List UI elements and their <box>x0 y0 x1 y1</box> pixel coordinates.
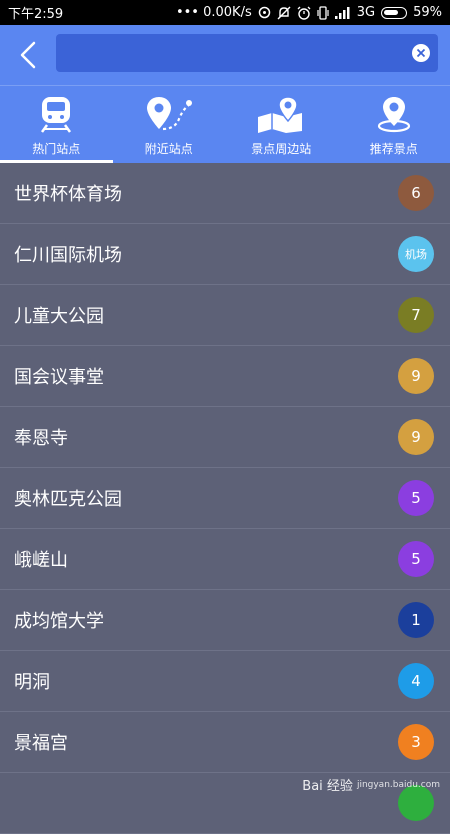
line-badge: 机场 <box>398 236 434 272</box>
location-target-icon <box>376 94 412 134</box>
clear-button[interactable] <box>412 44 430 62</box>
search-header <box>0 25 450 85</box>
map-pin-icon <box>256 94 306 134</box>
network-speed: ••• 0.00K/s <box>176 5 252 20</box>
station-row[interactable]: 世界杯体育场 6 <box>0 163 450 224</box>
silent-icon <box>277 6 291 20</box>
station-row[interactable]: 峨嵯山 5 <box>0 529 450 590</box>
clear-x-icon <box>416 48 426 58</box>
tab-hot-stations[interactable]: 热门站点 <box>0 86 113 163</box>
station-row[interactable]: 奥林匹克公园 5 <box>0 468 450 529</box>
station-row[interactable]: 奉恩寺 9 <box>0 407 450 468</box>
station-name: 奉恩寺 <box>14 424 68 450</box>
station-row[interactable]: 国会议事堂 9 <box>0 346 450 407</box>
station-list: 世界杯体育场6仁川国际机场机场儿童大公园7国会议事堂9奉恩寺9奥林匹克公园5峨嵯… <box>0 163 450 834</box>
search-box[interactable] <box>56 34 438 72</box>
station-name: 世界杯体育场 <box>14 180 122 206</box>
line-badge: 7 <box>398 297 434 333</box>
status-right-group: ••• 0.00K/s 3G 59% <box>176 5 442 20</box>
vibrate-icon <box>317 6 329 20</box>
status-time: 下午2:59 <box>8 3 63 22</box>
alarm-icon <box>297 6 311 20</box>
tab-nearby-stations[interactable]: 附近站点 <box>113 86 226 163</box>
watermark: Bai 经验 jingyan.baidu.com <box>302 775 440 794</box>
watermark-text: Bai 经验 <box>302 775 353 794</box>
station-name: 仁川国际机场 <box>14 241 122 267</box>
station-row[interactable]: 仁川国际机场 机场 <box>0 224 450 285</box>
signal-icon <box>335 7 351 19</box>
station-name: 国会议事堂 <box>14 363 104 389</box>
signal-type: 3G <box>357 5 375 20</box>
station-name: 儿童大公园 <box>14 302 104 328</box>
location-route-icon <box>145 94 193 134</box>
line-badge: 9 <box>398 358 434 394</box>
tab-label: 景点周边站 <box>251 140 311 157</box>
station-name: 成均馆大学 <box>14 607 104 633</box>
tab-label: 推荐景点 <box>370 140 418 157</box>
category-tabs: 热门站点 附近站点 景点周边站 <box>0 85 450 163</box>
station-row[interactable]: 景福宫 3 <box>0 712 450 773</box>
battery-level: 59% <box>413 5 442 20</box>
station-row[interactable]: 成均馆大学 1 <box>0 590 450 651</box>
line-badge: 3 <box>398 724 434 760</box>
station-name: 峨嵯山 <box>14 546 68 572</box>
status-bar: 下午2:59 ••• 0.00K/s 3G 59% <box>0 0 450 25</box>
line-badge: 4 <box>398 663 434 699</box>
station-name: 景福宫 <box>14 729 68 755</box>
station-row[interactable]: 明洞 4 <box>0 651 450 712</box>
train-icon <box>39 94 73 134</box>
tab-recommended-attractions[interactable]: 推荐景点 <box>338 86 450 163</box>
tab-attraction-stations[interactable]: 景点周边站 <box>225 86 338 163</box>
back-arrow-icon <box>18 41 38 69</box>
hotspot-icon <box>258 6 271 19</box>
station-name: 明洞 <box>14 668 50 694</box>
station-row[interactable]: 儿童大公园 7 <box>0 285 450 346</box>
tab-label: 热门站点 <box>32 140 80 157</box>
line-badge: 1 <box>398 602 434 638</box>
battery-icon <box>381 7 407 19</box>
station-name: 奥林匹克公园 <box>14 485 122 511</box>
line-badge: 6 <box>398 175 434 211</box>
line-badge: 9 <box>398 419 434 455</box>
search-input[interactable] <box>66 34 400 74</box>
line-badge: 5 <box>398 541 434 577</box>
line-badge: 5 <box>398 480 434 516</box>
watermark-sub: jingyan.baidu.com <box>357 780 440 790</box>
tab-label: 附近站点 <box>145 140 193 157</box>
back-button[interactable] <box>12 39 44 71</box>
